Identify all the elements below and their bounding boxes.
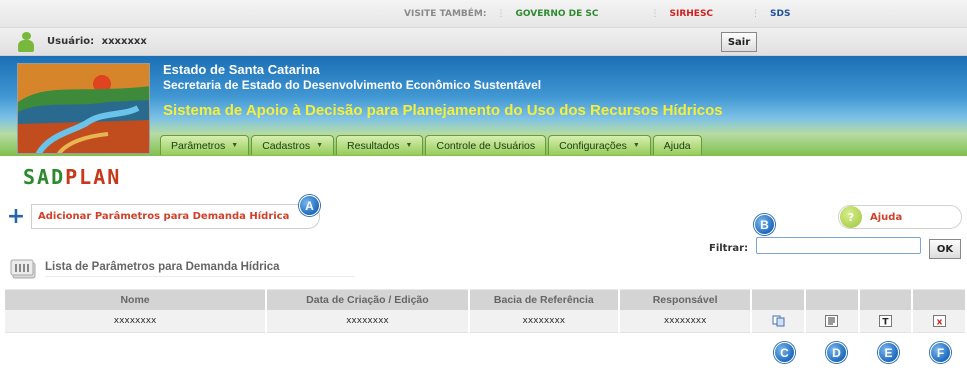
marker-d: D	[826, 342, 847, 363]
list-icon	[9, 257, 39, 279]
user-info: Usuário: xxxxxxx	[47, 36, 147, 47]
link-sds[interactable]: SDS	[770, 9, 790, 19]
user-bar: Usuário: xxxxxxx Sair	[0, 28, 967, 56]
visite-label: VISITE TAMBÉM:	[404, 9, 487, 19]
menu-label: Cadastros	[262, 139, 311, 152]
link-sirhesc[interactable]: SIRHESC	[670, 9, 714, 19]
list-title: Lista de Parâmetros para Demanda Hídrica	[45, 257, 355, 277]
menu-ajuda[interactable]: Ajuda	[652, 135, 702, 155]
top-strip: VISITE TAMBÉM: ⋮ GOVERNO DE SC ⋮ SIRHESC…	[0, 0, 967, 28]
cell-view	[805, 310, 858, 333]
cell-data: xxxxxxxx	[267, 310, 468, 333]
add-parameter-button[interactable]: + Adicionar Parâmetros para Demanda Hídr…	[4, 203, 320, 230]
link-governo-sc[interactable]: GOVERNO DE SC	[516, 9, 599, 19]
column-header-responsavel[interactable]: Responsável	[619, 289, 751, 310]
cell-bacia: xxxxxxxx	[469, 310, 618, 333]
filter-label: Filtrar:	[709, 243, 749, 254]
column-header-action	[805, 289, 858, 310]
chevron-down-icon: ▼	[316, 142, 324, 149]
chevron-down-icon: ▼	[632, 142, 640, 149]
help-label: Ajuda	[870, 211, 903, 223]
user-value: xxxxxxx	[101, 36, 147, 47]
menu-label: Resultados	[347, 139, 400, 152]
menu-label: Controle de Usuários	[436, 139, 536, 152]
menu-resultados[interactable]: Resultados ▼	[336, 135, 424, 155]
chevron-down-icon: ▼	[405, 142, 413, 149]
state-logo	[17, 63, 150, 154]
table-row: xxxxxxxx xxxxxxxx xxxxxxxx xxxxxxxx T x	[5, 310, 965, 333]
user-icon	[17, 32, 35, 52]
svg-text:x: x	[936, 318, 942, 328]
separator: ⋮	[751, 9, 761, 19]
sadplan-logo: SADPLAN	[23, 165, 121, 189]
marker-e: E	[878, 342, 899, 363]
external-links: VISITE TAMBÉM: ⋮ GOVERNO DE SC ⋮ SIRHESC…	[404, 0, 790, 28]
column-header-data[interactable]: Data de Criação / Edição	[267, 289, 468, 310]
cell-text: T	[859, 310, 912, 333]
cell-responsavel: xxxxxxxx	[619, 310, 751, 333]
banner-title: Estado de Santa Catarina	[163, 62, 320, 77]
column-header-bacia[interactable]: Bacia de Referência	[469, 289, 618, 310]
menu-label: Parâmetros	[171, 139, 226, 152]
parameters-table: Nome Data de Criação / Edição Bacia de R…	[3, 289, 967, 333]
menu-configuracoes[interactable]: Configurações ▼	[548, 135, 651, 155]
column-header-action	[752, 289, 804, 310]
filter-input[interactable]	[756, 237, 921, 254]
column-header-nome[interactable]: Nome	[5, 289, 266, 310]
help-icon: ?	[840, 206, 862, 228]
separator: ⋮	[496, 9, 506, 19]
brand-part-2: PLAN	[65, 165, 122, 189]
marker-b: B	[754, 214, 775, 235]
user-label: Usuário:	[47, 36, 95, 47]
svg-text:T: T	[882, 318, 889, 328]
menu-controle-usuarios[interactable]: Controle de Usuários	[425, 135, 547, 155]
view-details-icon[interactable]	[825, 315, 839, 327]
help-button[interactable]: ? Ajuda	[838, 205, 962, 229]
logout-button[interactable]: Sair	[721, 32, 757, 52]
add-parameter-label: Adicionar Parâmetros para Demanda Hídric…	[31, 204, 320, 229]
system-name: Sistema de Apoio à Decisão para Planejam…	[163, 102, 723, 119]
marker-f: F	[930, 342, 951, 363]
column-header-action	[913, 289, 965, 310]
menu-label: Ajuda	[663, 139, 691, 152]
brand-part-1: SAD	[23, 165, 66, 189]
cell-copy	[752, 310, 804, 333]
cell-delete: x	[913, 310, 965, 333]
text-icon[interactable]: T	[878, 315, 892, 328]
cell-nome: xxxxxxxx	[5, 310, 266, 333]
marker-a: A	[299, 195, 320, 216]
chevron-down-icon: ▼	[231, 142, 239, 149]
table-header-row: Nome Data de Criação / Edição Bacia de R…	[5, 289, 965, 310]
marker-c: C	[774, 342, 795, 363]
header-banner: Estado de Santa Catarina Secretaria de E…	[0, 56, 967, 156]
separator: ⋮	[650, 9, 660, 19]
main-menu: Parâmetros ▼ Cadastros ▼ Resultados ▼ Contr…	[160, 135, 704, 155]
menu-cadastros[interactable]: Cadastros ▼	[251, 135, 335, 155]
copy-icon[interactable]	[772, 315, 785, 327]
menu-label: Configurações	[559, 139, 627, 152]
delete-icon[interactable]: x	[932, 315, 946, 328]
filter-ok-button[interactable]: OK	[929, 239, 961, 259]
banner-subtitle: Secretaria de Estado do Desenvolvimento …	[163, 78, 542, 92]
plus-icon: +	[6, 203, 26, 229]
column-header-action	[859, 289, 912, 310]
menu-parametros[interactable]: Parâmetros ▼	[160, 135, 250, 155]
